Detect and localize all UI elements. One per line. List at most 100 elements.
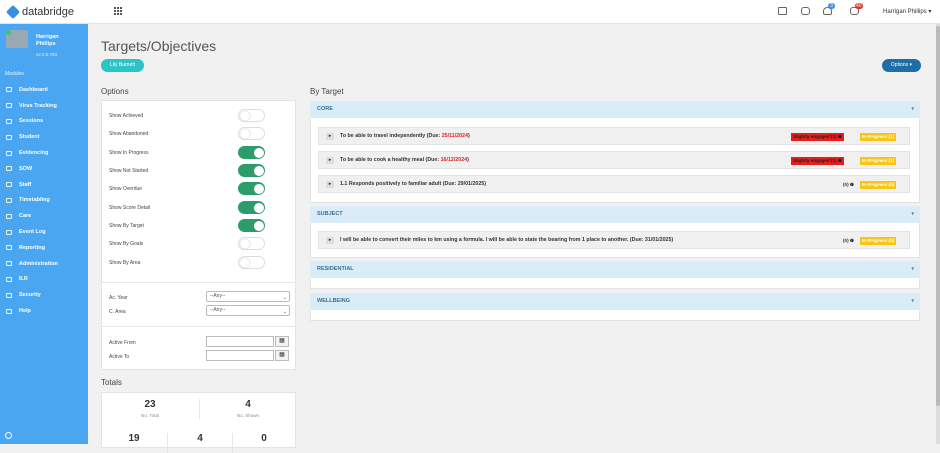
toggle-show-not-started[interactable] — [238, 164, 265, 177]
chevron-down-icon: ▾ — [911, 106, 914, 112]
engagement-badge: Slightly engaged (1) ❶ — [791, 157, 845, 165]
app-name: databridge — [22, 6, 74, 18]
sidebar-item-dashboard[interactable]: Dashboard — [0, 82, 88, 98]
sidebar-item-ilr[interactable]: ILR — [0, 272, 88, 288]
expand-icon[interactable]: ▸ — [326, 133, 334, 140]
score-badge: (0) ❶ — [843, 182, 855, 187]
total-stat: 4 — [197, 433, 203, 444]
expand-icon[interactable]: ▸ — [326, 157, 334, 164]
sidebar-item-staff[interactable]: Staff — [0, 177, 88, 193]
total-value: 23 — [144, 399, 156, 410]
status-badge: In Progress (1) — [860, 133, 897, 141]
target-row[interactable]: ▸ 1.1 Responds positively to familiar ad… — [318, 175, 910, 193]
options-button[interactable]: Options ▾ — [882, 59, 921, 72]
ac-year-select[interactable]: --Any-- ⌄ — [206, 291, 290, 302]
sidebar-item-timetabling[interactable]: Timetabling — [0, 193, 88, 209]
totals-panel: 23 No. Total 4 No. Shown 19 4 0 — [101, 392, 296, 453]
active-to-label: Active To — [109, 354, 130, 360]
sidebar-item-virus-tracking[interactable]: Virus Tracking — [0, 98, 88, 114]
shown-value: 4 — [245, 399, 251, 410]
sidebar-item-care[interactable]: Care — [0, 208, 88, 224]
expand-icon[interactable]: ▸ — [326, 181, 334, 188]
message-badge: 40 — [855, 3, 863, 9]
category-header-residential[interactable]: RESIDENTIAL ▾ — [310, 261, 920, 278]
target-text: To be able to cook a healthy meal (Due: … — [340, 157, 469, 163]
notification-badge: 3 — [828, 3, 835, 9]
sidebar-item-reporting[interactable]: Reporting — [0, 240, 88, 256]
app-logo[interactable]: databridge — [5, 4, 74, 20]
active-from-input[interactable] — [206, 336, 274, 347]
scrollbar-thumb[interactable] — [936, 26, 940, 406]
option-label: Show Achieved — [109, 113, 144, 119]
expand-icon[interactable]: ▸ — [326, 237, 334, 244]
status-badge: In Progress (1) — [860, 157, 897, 165]
option-label: Show Not Started — [109, 168, 149, 174]
toggle-show-overdue[interactable] — [238, 182, 265, 195]
divider — [167, 433, 168, 453]
calendar-icon[interactable]: ▦ — [275, 350, 289, 361]
toggle-show-abandoned[interactable] — [238, 127, 265, 140]
ilr-icon — [6, 276, 12, 282]
total-stat: 0 — [261, 433, 267, 444]
active-to-input[interactable] — [206, 350, 274, 361]
target-text: To be able to travel independently (Due:… — [340, 133, 470, 139]
gear-icon[interactable] — [5, 432, 12, 439]
c-area-select[interactable]: --Any-- ⌄ — [206, 305, 290, 316]
top-bar: databridge 3 40 Harrigan Phillips ▾ — [0, 0, 940, 24]
toggle-show-score-detail[interactable] — [238, 201, 265, 214]
target-text: I will be able to convert their miles to… — [340, 237, 674, 243]
category-header-subject[interactable]: SUBJECT ▾ — [310, 206, 920, 223]
by-target-title: By Target — [310, 87, 344, 96]
total-stat: 19 — [128, 433, 140, 444]
inbox-icon[interactable] — [801, 7, 810, 15]
chevron-down-icon: ▾ — [911, 211, 914, 217]
chevron-down-icon: ▾ — [911, 266, 914, 272]
chevron-down-icon: ▾ — [911, 298, 914, 304]
divider — [102, 282, 296, 283]
category-header-wellbeing[interactable]: WELLBEING ▾ — [310, 293, 920, 310]
option-label: Show Abandoned — [109, 131, 149, 137]
monitor-icon[interactable] — [778, 7, 787, 15]
sidebar-item-evidencing[interactable]: Evidencing — [0, 145, 88, 161]
sidebar-item-security[interactable]: Security — [0, 287, 88, 303]
toggle-show-by-target[interactable] — [238, 219, 265, 232]
shield-icon — [6, 292, 12, 298]
student-pill[interactable]: Lily Burnett — [101, 59, 145, 72]
options-title: Options — [101, 87, 129, 96]
target-row[interactable]: ▸ To be able to travel independently (Du… — [318, 127, 910, 145]
toggle-show-achieved[interactable] — [238, 109, 265, 122]
sidebar-item-help[interactable]: Help — [0, 303, 88, 319]
help-icon — [6, 308, 12, 314]
category-header-core[interactable]: CORE ▾ — [310, 101, 920, 118]
chevron-down-icon: ⌄ — [282, 309, 287, 315]
target-row[interactable]: ▸ To be able to cook a healthy meal (Due… — [318, 151, 910, 169]
chevron-down-icon: ⌄ — [282, 295, 287, 301]
sidebar-item-administration[interactable]: Administration — [0, 256, 88, 272]
apps-grid-icon[interactable] — [114, 7, 122, 15]
sidebar-item-sessions[interactable]: Sessions — [0, 114, 88, 130]
target-text: 1.1 Responds positively to familiar adul… — [340, 181, 487, 187]
score-badge: (0) ❶ — [843, 238, 855, 243]
status-badge: In Progress (0) — [860, 181, 897, 189]
c-area-label: C. Area — [109, 309, 126, 315]
sidebar-item-student[interactable]: Student — [0, 129, 88, 145]
profile-version: v2.0.0.793 — [36, 52, 58, 57]
status-badge: In Progress (0) — [860, 237, 897, 245]
user-menu[interactable]: Harrigan Phillips ▾ — [883, 8, 931, 15]
sidebar-item-event-log[interactable]: Event Log — [0, 224, 88, 240]
total-label: No. Total — [141, 413, 159, 418]
engagement-badge: Slightly engaged (1) ❶ — [791, 133, 845, 141]
divider — [232, 433, 233, 453]
care-icon — [6, 213, 12, 219]
target-row[interactable]: ▸ I will be able to convert their miles … — [318, 231, 910, 249]
calendar-icon[interactable]: ▦ — [275, 336, 289, 347]
toggle-show-by-area[interactable] — [238, 256, 265, 269]
sidebar-item-sow[interactable]: SOW — [0, 161, 88, 177]
toggle-show-in-progress[interactable] — [238, 146, 265, 159]
option-label: Show By Goals — [109, 241, 144, 247]
page-title: Targets/Objectives — [101, 38, 217, 54]
toggle-show-by-goals[interactable] — [238, 237, 265, 250]
profile-block: Harrigan Phillips v2.0.0.793 — [0, 24, 88, 68]
online-status-icon — [6, 30, 11, 35]
virus-icon — [6, 103, 12, 109]
